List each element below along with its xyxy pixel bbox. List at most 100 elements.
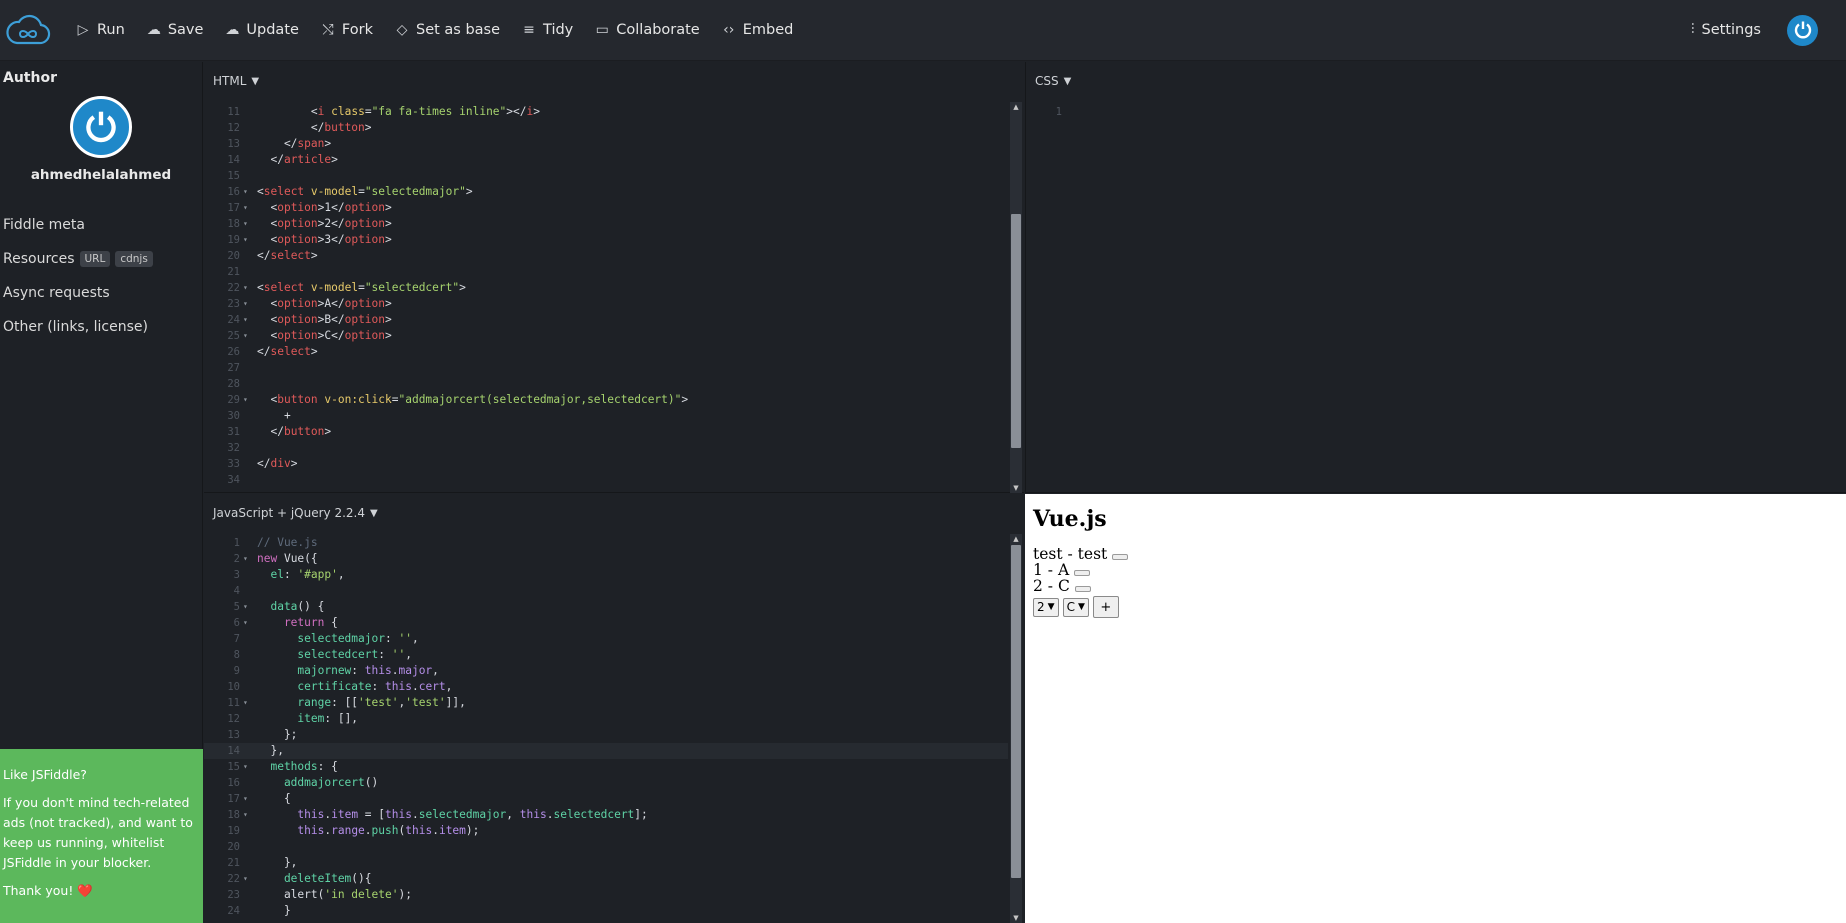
- fold-arrow-icon[interactable]: ▾: [243, 232, 248, 248]
- code-line[interactable]: 30 +: [204, 408, 1008, 424]
- sidebar-item-async-requests[interactable]: Async requests: [0, 285, 202, 301]
- jsfiddle-logo-icon[interactable]: [2, 0, 54, 61]
- run-button[interactable]: ▷ Run: [76, 0, 125, 61]
- code-line[interactable]: 6 ▾ return {: [204, 615, 1008, 631]
- settings-button[interactable]: ⫶ Settings: [1691, 22, 1761, 38]
- sidebar-item-other[interactable]: Other (links, license): [0, 319, 202, 335]
- major-select[interactable]: 2 ▼: [1033, 597, 1059, 617]
- fold-arrow-icon[interactable]: ▾: [243, 599, 248, 615]
- code-line[interactable]: 9 majornew: this.major,: [204, 663, 1008, 679]
- delete-row-button[interactable]: [1112, 554, 1129, 560]
- code-line[interactable]: 10 certificate: this.cert,: [204, 679, 1008, 695]
- scroll-up-icon[interactable]: ▲: [1010, 102, 1022, 112]
- code-line[interactable]: 20 </select>: [204, 248, 1008, 264]
- fold-arrow-icon[interactable]: ▾: [243, 328, 248, 344]
- code-line[interactable]: 23 ▾ <option>A</option>: [204, 296, 1008, 312]
- author-avatar[interactable]: [70, 96, 132, 158]
- code-line[interactable]: 4: [204, 583, 1008, 599]
- sidebar-item-fiddle-meta[interactable]: Fiddle meta: [0, 217, 202, 233]
- js-scroll-thumb[interactable]: [1011, 545, 1021, 878]
- user-avatar[interactable]: [1787, 14, 1818, 46]
- code-line[interactable]: 13 </span>: [204, 136, 1008, 152]
- fold-arrow-icon[interactable]: ▾: [243, 791, 248, 807]
- code-line[interactable]: 18 ▾ this.item = [this.selectedmajor, thi…: [204, 807, 1008, 823]
- js-editor[interactable]: 1// Vue.js 2 ▾ new Vue({3 el: '#app', 4 5 ▾ da…: [204, 534, 1008, 923]
- code-line[interactable]: 15: [204, 168, 1008, 184]
- code-line[interactable]: 27: [204, 360, 1008, 376]
- code-line[interactable]: 33 </div>: [204, 456, 1008, 472]
- js-editor-scrollbar[interactable]: ▲ ▼: [1010, 534, 1022, 923]
- fold-arrow-icon[interactable]: ▾: [243, 807, 248, 823]
- fold-arrow-icon[interactable]: ▾: [243, 695, 248, 711]
- fold-arrow-icon[interactable]: ▾: [243, 551, 248, 567]
- html-scroll-thumb[interactable]: [1011, 214, 1021, 448]
- html-editor-scrollbar[interactable]: ▲ ▼: [1010, 102, 1022, 493]
- code-line[interactable]: 1: [1026, 104, 1830, 120]
- fold-arrow-icon[interactable]: ▾: [243, 184, 248, 200]
- code-line[interactable]: 12 </button>: [204, 120, 1008, 136]
- scroll-down-icon[interactable]: ▼: [1010, 913, 1022, 923]
- scroll-up-icon[interactable]: ▲: [1010, 534, 1022, 544]
- code-line[interactable]: 16 ▾ <select v-model="selectedmajor">: [204, 184, 1008, 200]
- code-line[interactable]: 22 ▾ deleteItem(){: [204, 871, 1008, 887]
- fold-arrow-icon[interactable]: ▾: [243, 615, 248, 631]
- code-line[interactable]: 16 addmajorcert(): [204, 775, 1008, 791]
- code-line[interactable]: 5 ▾ data() {: [204, 599, 1008, 615]
- code-line[interactable]: 17 ▾ {: [204, 791, 1008, 807]
- code-line[interactable]: 25 ▾ <option>C</option>: [204, 328, 1008, 344]
- delete-row-button[interactable]: [1074, 586, 1091, 592]
- code-line[interactable]: 21 },: [204, 855, 1008, 871]
- fork-button[interactable]: ⤭ Fork: [321, 0, 373, 61]
- code-line[interactable]: 17 ▾ <option>1</option>: [204, 200, 1008, 216]
- delete-row-button[interactable]: [1074, 570, 1091, 576]
- code-line[interactable]: 18 ▾ <option>2</option>: [204, 216, 1008, 232]
- code-line[interactable]: 29 ▾ <button v-on:click="addmajorcert(sel…: [204, 392, 1008, 408]
- fold-arrow-icon[interactable]: ▾: [243, 200, 248, 216]
- fold-arrow-icon[interactable]: ▾: [243, 759, 248, 775]
- update-button[interactable]: ☁ Update: [225, 0, 299, 61]
- code-line[interactable]: 19 this.range.push(this.item);: [204, 823, 1008, 839]
- code-line[interactable]: 2 ▾ new Vue({: [204, 551, 1008, 567]
- resources-cdnjs-badge[interactable]: cdnjs: [115, 251, 153, 267]
- fold-arrow-icon[interactable]: ▾: [243, 871, 248, 887]
- js-panel-header[interactable]: JavaScript + jQuery 2.2.4 ▼: [204, 494, 1024, 532]
- code-line[interactable]: 13 };: [204, 727, 1008, 743]
- css-editor[interactable]: 1: [1026, 104, 1830, 493]
- sidebar-item-resources[interactable]: Resources URL cdnjs: [0, 251, 202, 267]
- code-line[interactable]: 11 <i class="fa fa-times inline"></i>: [204, 104, 1008, 120]
- add-major-cert-button[interactable]: +: [1092, 596, 1119, 618]
- code-line[interactable]: 3 el: '#app',: [204, 567, 1008, 583]
- code-line[interactable]: 11 ▾ range: [['test','test']],: [204, 695, 1008, 711]
- code-line[interactable]: 34: [204, 472, 1008, 488]
- code-line[interactable]: 19 ▾ <option>3</option>: [204, 232, 1008, 248]
- code-line[interactable]: 12 item: [],: [204, 711, 1008, 727]
- code-line[interactable]: 24 ▾ <option>B</option>: [204, 312, 1008, 328]
- fold-arrow-icon[interactable]: ▾: [243, 296, 248, 312]
- save-button[interactable]: ☁ Save: [147, 0, 204, 61]
- code-line[interactable]: 26 </select>: [204, 344, 1008, 360]
- code-line[interactable]: 8 selectedcert: '',: [204, 647, 1008, 663]
- tidy-button[interactable]: ≡ Tidy: [522, 0, 573, 61]
- set-as-base-button[interactable]: ◇ Set as base: [395, 0, 500, 61]
- code-line[interactable]: 14 },: [204, 743, 1008, 759]
- code-line[interactable]: 31 </button>: [204, 424, 1008, 440]
- code-line[interactable]: 7 selectedmajor: '',: [204, 631, 1008, 647]
- code-line[interactable]: 28: [204, 376, 1008, 392]
- cert-select[interactable]: C ▼: [1062, 597, 1089, 617]
- code-line[interactable]: 20: [204, 839, 1008, 855]
- code-line[interactable]: 1 // Vue.js: [204, 535, 1008, 551]
- fold-arrow-icon[interactable]: ▾: [243, 280, 248, 296]
- resources-url-badge[interactable]: URL: [79, 251, 111, 267]
- code-line[interactable]: 14 </article>: [204, 152, 1008, 168]
- code-line[interactable]: 15 ▾ methods: {: [204, 759, 1008, 775]
- code-line[interactable]: 22 ▾ <select v-model="selectedcert">: [204, 280, 1008, 296]
- embed-button[interactable]: ‹› Embed: [722, 0, 793, 61]
- css-panel-header[interactable]: CSS ▼: [1026, 62, 1846, 100]
- html-editor[interactable]: 11 <i class="fa fa-times inline"></i> 12 …: [204, 104, 1008, 493]
- code-line[interactable]: 24 }: [204, 903, 1008, 919]
- author-username[interactable]: ahmedhelalahmed: [0, 167, 202, 183]
- fold-arrow-icon[interactable]: ▾: [243, 392, 248, 408]
- collaborate-button[interactable]: ▭ Collaborate: [595, 0, 700, 61]
- fold-arrow-icon[interactable]: ▾: [243, 312, 248, 328]
- scroll-down-icon[interactable]: ▼: [1010, 483, 1022, 493]
